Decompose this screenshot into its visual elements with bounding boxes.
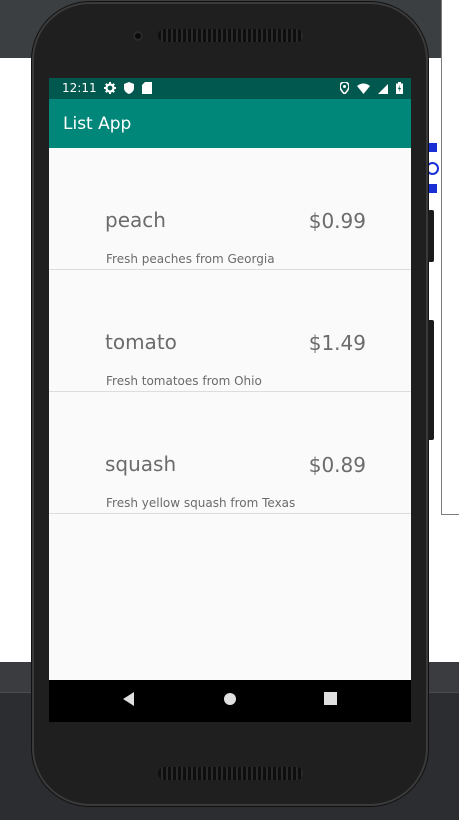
recents-icon [323, 692, 337, 710]
home-icon [223, 692, 237, 711]
resize-handle[interactable] [428, 184, 437, 193]
app-title: List App [63, 114, 132, 134]
status-time: 12:11 [62, 81, 97, 95]
home-button[interactable] [214, 680, 246, 722]
battery-icon [396, 81, 403, 99]
front-camera [133, 31, 143, 41]
resize-handle[interactable] [428, 143, 437, 152]
navigation-bar [49, 680, 411, 722]
list-item[interactable]: squash $0.89 Fresh yellow squash from Te… [49, 392, 411, 514]
recents-button[interactable] [314, 680, 346, 722]
blueprint-view [441, 0, 459, 515]
item-name: tomato [105, 330, 177, 354]
item-price: $0.89 [308, 453, 366, 477]
app-bar: List App [49, 99, 411, 148]
product-list[interactable]: peach $0.99 Fresh peaches from Georgia t… [49, 148, 411, 514]
device-screen: 12:11 List App peach $0.99 Fresh peaches… [49, 78, 411, 722]
list-item[interactable]: peach $0.99 Fresh peaches from Georgia [49, 148, 411, 270]
shield-icon [124, 81, 134, 99]
location-icon [339, 81, 350, 99]
bottom-speaker [158, 767, 303, 780]
wifi-icon [357, 81, 370, 99]
gear-icon [104, 81, 116, 99]
back-icon [122, 691, 136, 711]
item-name: squash [105, 452, 177, 476]
status-bar: 12:11 [49, 78, 411, 99]
sd-card-icon [142, 81, 152, 99]
back-button[interactable] [113, 680, 145, 722]
power-button [428, 210, 434, 262]
item-price: $1.49 [308, 331, 366, 355]
list-item[interactable]: tomato $1.49 Fresh tomatoes from Ohio [49, 270, 411, 392]
item-name: peach [105, 208, 166, 232]
top-speaker [158, 29, 303, 42]
volume-button [428, 320, 434, 440]
item-description: Fresh tomatoes from Ohio [106, 374, 262, 388]
item-price: $0.99 [308, 209, 366, 233]
item-description: Fresh yellow squash from Texas [106, 496, 296, 510]
cell-signal-icon [378, 81, 388, 99]
item-description: Fresh peaches from Georgia [106, 252, 275, 266]
